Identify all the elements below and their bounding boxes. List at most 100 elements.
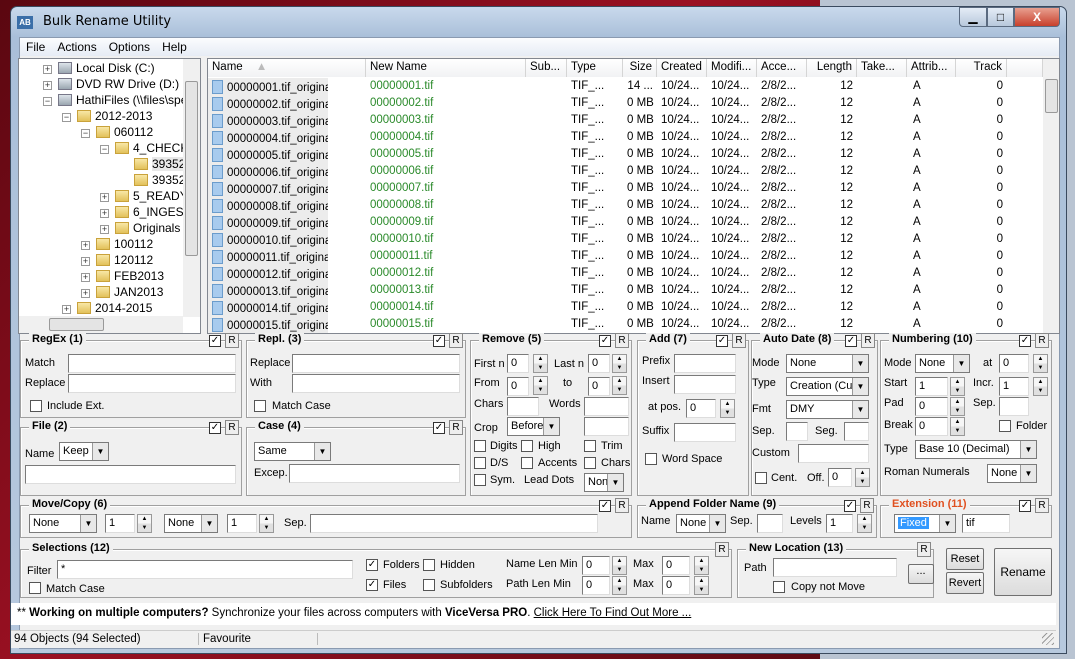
column-header[interactable]: Track	[956, 59, 1007, 77]
tree-item[interactable]: 39352	[119, 173, 185, 187]
num-break-input[interactable]: 0	[915, 417, 948, 436]
num-type-dropdown[interactable]: Base 10 (Decimal)	[915, 440, 1037, 459]
name-len-min-spinner[interactable]: ▲ ▼	[612, 556, 627, 575]
regex-replace-input[interactable]	[68, 374, 236, 393]
words-input[interactable]	[584, 397, 629, 416]
tree-item[interactable]: 39352	[119, 157, 186, 171]
roman-numerals-dropdown[interactable]: None	[987, 464, 1037, 483]
column-header[interactable]: Sub...	[526, 59, 567, 77]
tree-item[interactable]: − HathiFiles (\\files\spec	[43, 93, 193, 107]
expand-icon[interactable]: +	[81, 289, 90, 298]
last-n-input[interactable]: 0	[588, 354, 610, 373]
name-len-max-input[interactable]: 0	[662, 556, 690, 575]
af-sep-input[interactable]	[757, 514, 783, 533]
rename-button[interactable]: Rename	[994, 548, 1052, 596]
ad-mode-dropdown[interactable]: None	[786, 354, 869, 373]
ds-checkbox[interactable]	[474, 457, 486, 469]
case-enable-checkbox[interactable]: ✓	[433, 422, 445, 434]
ad-fmt-dropdown[interactable]: DMY	[786, 400, 869, 419]
regex-enable-checkbox[interactable]: ✓	[209, 335, 221, 347]
file-row[interactable]: 00000012.tif_original 00000012.tif TIF_...…	[208, 265, 1043, 282]
promo-link[interactable]: Click Here To Find Out More ...	[534, 607, 692, 619]
tree-item[interactable]: +100112	[81, 237, 153, 251]
column-header[interactable]: Type	[567, 59, 623, 77]
expand-icon[interactable]: +	[100, 225, 109, 234]
file-row[interactable]: 00000005.tif_original 00000005.tif TIF_...…	[208, 146, 1043, 163]
column-header[interactable]: Acce...	[757, 59, 807, 77]
file-row[interactable]: 00000009.tif_original 00000009.tif TIF_...…	[208, 214, 1043, 231]
move-copy-mode-dropdown[interactable]: None	[29, 514, 97, 533]
tree-item[interactable]: − 4_CHECK	[100, 141, 188, 155]
column-header[interactable]: New Name	[366, 59, 526, 77]
num-sep-input[interactable]	[999, 397, 1029, 416]
word-space-checkbox[interactable]	[645, 453, 657, 465]
repl-with-input[interactable]	[292, 374, 460, 393]
revert-button[interactable]: Revert	[946, 572, 984, 594]
file-name-input[interactable]	[25, 465, 236, 484]
cent-checkbox[interactable]	[755, 472, 767, 484]
column-header[interactable]: Take...	[857, 59, 907, 77]
copy-not-move-checkbox[interactable]	[773, 581, 785, 593]
move-copy-sep-input[interactable]	[310, 514, 598, 533]
close-button[interactable]: X	[1014, 7, 1060, 27]
file-row[interactable]: 00000014.tif_original 00000014.tif TIF_...…	[208, 299, 1043, 316]
collapse-icon[interactable]: −	[43, 97, 52, 106]
regex-match-input[interactable]	[68, 354, 236, 373]
path-len-max-spinner[interactable]: ▲ ▼	[694, 576, 709, 595]
move-copy-reset-button[interactable]: R	[615, 498, 629, 513]
auto-date-enable-checkbox[interactable]: ✓	[845, 335, 857, 347]
collapse-icon[interactable]: −	[100, 145, 109, 154]
repl-enable-checkbox[interactable]: ✓	[433, 335, 445, 347]
menu-help[interactable]: Help	[156, 38, 193, 54]
chars-checkbox[interactable]	[584, 457, 596, 469]
resize-grip[interactable]	[1042, 633, 1054, 645]
file-list[interactable]: Name ▲ New Name Sub... Type Size Created Modif…	[207, 58, 1060, 334]
digits-checkbox[interactable]	[474, 440, 486, 452]
num-break-spinner[interactable]: ▲ ▼	[950, 417, 965, 436]
to-input[interactable]: 0	[588, 377, 610, 396]
tree-horizontal-scrollbar[interactable]	[19, 316, 183, 333]
filter-input[interactable]: *	[57, 560, 353, 579]
path-len-min-input[interactable]: 0	[582, 576, 610, 595]
num-pad-input[interactable]: 0	[915, 397, 948, 416]
menu-options[interactable]: Options	[103, 38, 156, 54]
new-location-reset-button[interactable]: R	[917, 542, 931, 557]
column-header[interactable]: Modifi...	[707, 59, 757, 77]
folder-tree[interactable]: + Local Disk (C:) + DVD RW Drive (D:) − Hathi…	[18, 58, 201, 334]
ad-off-input[interactable]: 0	[828, 468, 852, 487]
numbering-reset-button[interactable]: R	[1035, 333, 1049, 348]
chars-input[interactable]	[507, 397, 539, 416]
expand-icon[interactable]: +	[100, 193, 109, 202]
file-row[interactable]: 00000001.tif_original 00000001.tif TIF_...…	[208, 78, 1043, 95]
extension-reset-button[interactable]: R	[1035, 498, 1049, 513]
ad-type-dropdown[interactable]: Creation (Cur	[786, 377, 869, 396]
crop-dropdown[interactable]: Before	[507, 417, 560, 436]
add-enable-checkbox[interactable]: ✓	[716, 335, 728, 347]
add-reset-button[interactable]: R	[732, 333, 746, 348]
file-row[interactable]: 00000010.tif_original 00000010.tif TIF_...…	[208, 231, 1043, 248]
ad-seg-input[interactable]	[844, 422, 869, 441]
case-reset-button[interactable]: R	[449, 420, 463, 435]
collapse-icon[interactable]: −	[62, 113, 71, 122]
num-at-input[interactable]: 0	[999, 354, 1029, 373]
tree-item[interactable]: +6_INGEST	[100, 205, 191, 219]
num-start-spinner[interactable]: ▲ ▼	[950, 377, 965, 396]
tree-item[interactable]: − 2012-2013	[62, 109, 152, 123]
tree-item[interactable]: + DVD RW Drive (D:)	[43, 77, 179, 91]
insert-input[interactable]	[674, 375, 736, 394]
include-ext-checkbox[interactable]	[30, 400, 42, 412]
auto-date-reset-button[interactable]: R	[861, 333, 875, 348]
move-copy-count-spinner[interactable]: ▲ ▼	[137, 514, 152, 533]
num-pad-spinner[interactable]: ▲ ▼	[950, 397, 965, 416]
file-enable-checkbox[interactable]: ✓	[209, 422, 221, 434]
move-copy-count-input[interactable]: 1	[105, 514, 135, 533]
af-levels-spinner[interactable]: ▲ ▼	[857, 514, 872, 533]
extension-enable-checkbox[interactable]: ✓	[1019, 500, 1031, 512]
ad-off-spinner[interactable]: ▲ ▼	[855, 468, 870, 487]
column-header[interactable]: Name ▲	[208, 59, 366, 77]
case-dropdown[interactable]: Same	[254, 442, 331, 461]
af-levels-input[interactable]: 1	[826, 514, 853, 533]
expand-icon[interactable]: +	[62, 305, 71, 314]
tree-vertical-scrollbar[interactable]	[183, 59, 200, 317]
folders-checkbox[interactable]: ✓	[366, 559, 378, 571]
